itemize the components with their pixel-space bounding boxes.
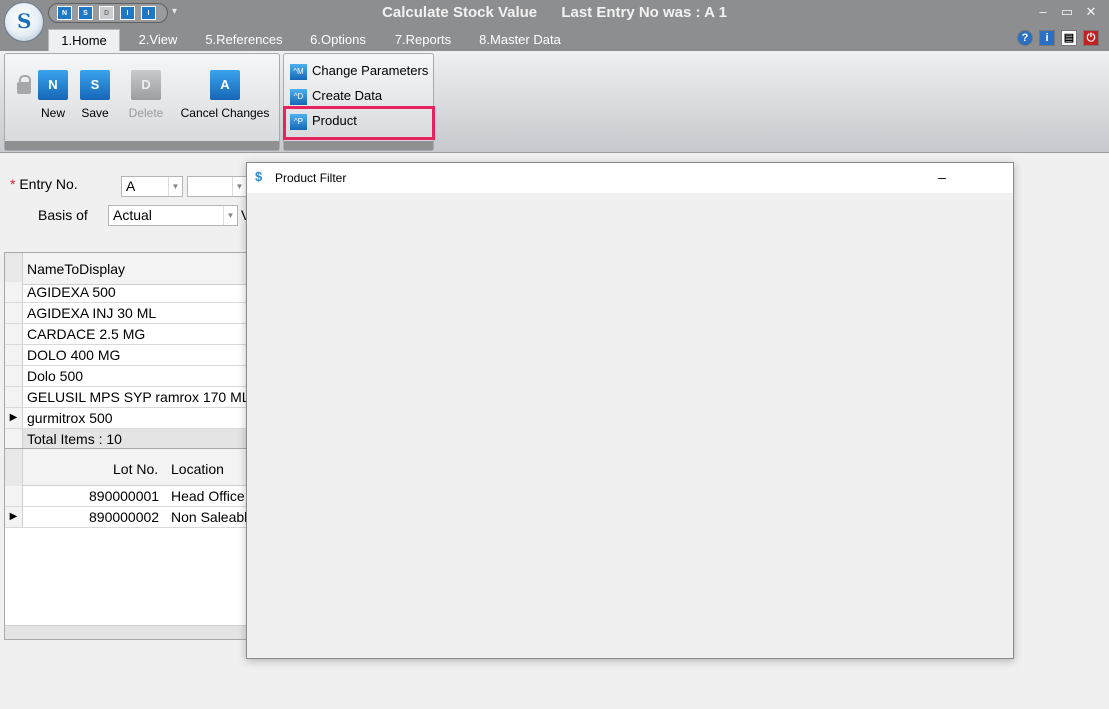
cancel-changes-button[interactable]: A Cancel Changes [177, 70, 273, 120]
app-logo-icon[interactable]: S [4, 2, 44, 42]
dialog-title-bar: $ Product Filter – [247, 163, 1013, 193]
tab-options[interactable]: 6.Options [302, 29, 374, 51]
cancel-changes-icon: A [210, 70, 240, 100]
create-data-icon: ^D [290, 88, 307, 105]
help-icon[interactable]: ? [1017, 30, 1033, 46]
product-filter-dialog: $ Product Filter – [246, 162, 1014, 659]
basis-label: Basis of [38, 207, 88, 223]
qat-customize-icon[interactable]: ▾ [172, 6, 177, 17]
window-title-left: Calculate Stock Value [382, 4, 538, 21]
change-parameters-button[interactable]: ^M Change Parameters [290, 60, 428, 82]
basis-value: Actual [113, 207, 152, 223]
app-logo-icon: $ [255, 169, 263, 184]
entry-no-combo[interactable]: A ▼ [121, 176, 183, 197]
document-icon[interactable]: ▤ [1061, 30, 1077, 46]
qat-new-icon[interactable]: N [57, 6, 72, 20]
column-header-lot[interactable]: Lot No. [113, 461, 158, 477]
new-label: New [40, 106, 65, 120]
change-parameters-icon: ^M [290, 63, 307, 80]
ribbon-group-footer [5, 141, 279, 150]
create-data-label: Create Data [312, 88, 383, 103]
ribbon-group-data: ^M Change Parameters ^D Create Data ^P Prod… [283, 53, 435, 151]
tab-references[interactable]: 5.References [198, 29, 290, 51]
minimize-button[interactable]: – [1032, 4, 1054, 19]
new-button[interactable]: N New [35, 70, 71, 120]
info-icon[interactable]: i [1039, 30, 1055, 46]
save-icon: S [80, 70, 110, 100]
qat-info2-icon[interactable]: I [141, 6, 156, 20]
quick-access-toolbar: N S D I I [48, 3, 168, 23]
menu-bar: 1.Home 2.View 5.References 6.Options 7.R… [0, 26, 1109, 51]
create-data-button[interactable]: ^D Create Data [290, 85, 382, 107]
delete-icon: D [131, 70, 161, 100]
exit-icon[interactable]: ⏻ [1083, 30, 1099, 46]
tab-master-data[interactable]: 8.Master Data [472, 29, 568, 51]
qat-save-icon[interactable]: S [78, 6, 93, 20]
product-highlight [283, 106, 435, 140]
dialog-title: Product Filter [275, 171, 347, 185]
chevron-down-icon[interactable]: ▼ [168, 177, 182, 196]
ribbon-group-edit: N New S Save D Delete A Cancel Changes [4, 53, 280, 151]
delete-button[interactable]: D Delete [123, 70, 169, 120]
entry-no-suffix-combo[interactable]: ▼ [187, 176, 247, 197]
ribbon-group-footer [284, 141, 433, 150]
save-label: Save [81, 106, 109, 120]
minimize-button[interactable]: – [932, 169, 952, 185]
entry-no-value: A [126, 178, 136, 194]
entry-no-label: * Entry No. [10, 176, 78, 192]
column-header-location[interactable]: Location [171, 461, 224, 477]
ribbon: N New S Save D Delete A Cancel Changes ^… [0, 51, 1109, 153]
chevron-down-icon[interactable]: ▼ [223, 206, 237, 225]
maximize-button[interactable]: ▭ [1056, 4, 1078, 20]
tab-view[interactable]: 2.View [130, 29, 186, 51]
new-icon: N [38, 70, 68, 100]
save-button[interactable]: S Save [77, 70, 113, 120]
qat-info-icon[interactable]: I [120, 6, 135, 20]
chevron-down-icon[interactable]: ▼ [232, 177, 246, 196]
title-bar: Calculate Stock Value Last Entry No was … [0, 0, 1109, 26]
tab-reports[interactable]: 7.Reports [386, 29, 460, 51]
cancel-changes-label: Cancel Changes [180, 106, 270, 120]
column-header-name[interactable]: NameToDisplay [27, 261, 125, 277]
lock-icon[interactable] [17, 75, 31, 94]
basis-combo[interactable]: Actual ▼ [108, 205, 238, 226]
change-parameters-label: Change Parameters [312, 63, 429, 78]
window-title-right: Last Entry No was : A 1 [561, 4, 727, 21]
tab-home[interactable]: 1.Home [48, 29, 120, 51]
close-button[interactable]: ✕ [1080, 4, 1102, 20]
delete-label: Delete [128, 106, 164, 120]
qat-delete-icon[interactable]: D [99, 6, 114, 20]
